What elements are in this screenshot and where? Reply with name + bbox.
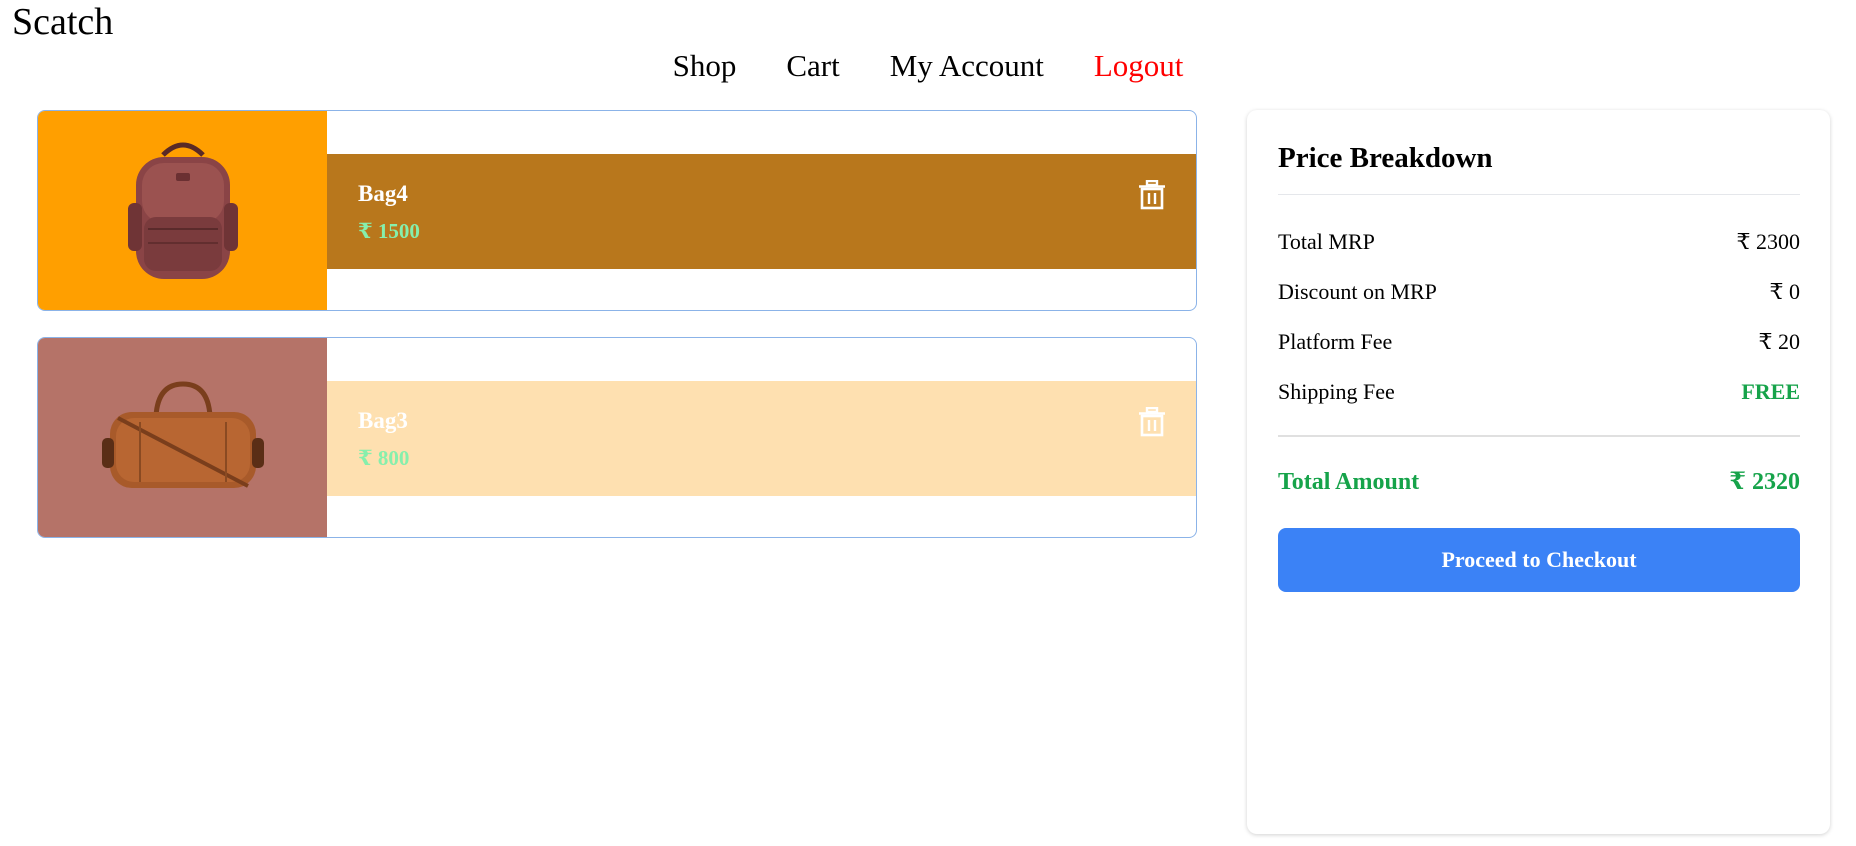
row-label: Total MRP [1278, 229, 1375, 254]
product-image [38, 111, 327, 310]
price-row-shipping-fee: Shipping Fee FREE [1278, 377, 1800, 407]
nav-cart-link[interactable]: Cart [786, 44, 839, 88]
price-row-total-mrp: Total MRP ₹ 2300 [1278, 227, 1800, 257]
brand-logo[interactable]: Scatch [12, 0, 113, 44]
divider [1278, 435, 1800, 437]
main-nav: Shop Cart My Account Logout [0, 44, 1856, 88]
nav-account-link[interactable]: My Account [890, 44, 1044, 88]
nav-logout-link[interactable]: Logout [1094, 44, 1184, 88]
cart-item: Bag4 ₹ 1500 [37, 110, 1197, 311]
item-info-band: Bag3 ₹ 800 [327, 381, 1196, 496]
row-label: Discount on MRP [1278, 279, 1437, 304]
checkout-button[interactable]: Proceed to Checkout [1278, 528, 1800, 592]
trash-icon[interactable] [1138, 407, 1166, 437]
trash-icon[interactable] [1138, 180, 1166, 210]
item-price: ₹ 800 [358, 446, 410, 470]
price-breakdown-panel: Price Breakdown Total MRP ₹ 2300 Discoun… [1247, 110, 1830, 834]
total-label: Total Amount [1278, 469, 1420, 495]
price-row-platform-fee: Platform Fee ₹ 20 [1278, 327, 1800, 357]
total-amount-row: Total Amount ₹ 2320 [1278, 466, 1800, 498]
row-value: ₹ 20 [1758, 329, 1801, 354]
duffel-bag-image [101, 380, 264, 488]
item-info-band: Bag4 ₹ 1500 [327, 154, 1196, 269]
nav-shop-link[interactable]: Shop [673, 44, 737, 88]
row-value: FREE [1741, 379, 1800, 404]
item-price: ₹ 1500 [358, 219, 420, 243]
backpack-image [127, 142, 238, 279]
total-value: ₹ 2320 [1729, 469, 1800, 495]
item-name: Bag4 [358, 181, 408, 206]
panel-title: Price Breakdown [1278, 142, 1493, 174]
divider [1278, 194, 1800, 195]
item-name: Bag3 [358, 408, 408, 433]
row-label: Platform Fee [1278, 329, 1393, 354]
price-row-discount: Discount on MRP ₹ 0 [1278, 277, 1800, 307]
row-value: ₹ 0 [1769, 279, 1801, 304]
row-value: ₹ 2300 [1736, 229, 1801, 254]
product-image [38, 338, 327, 537]
row-label: Shipping Fee [1278, 379, 1395, 404]
cart-item: Bag3 ₹ 800 [37, 337, 1197, 538]
